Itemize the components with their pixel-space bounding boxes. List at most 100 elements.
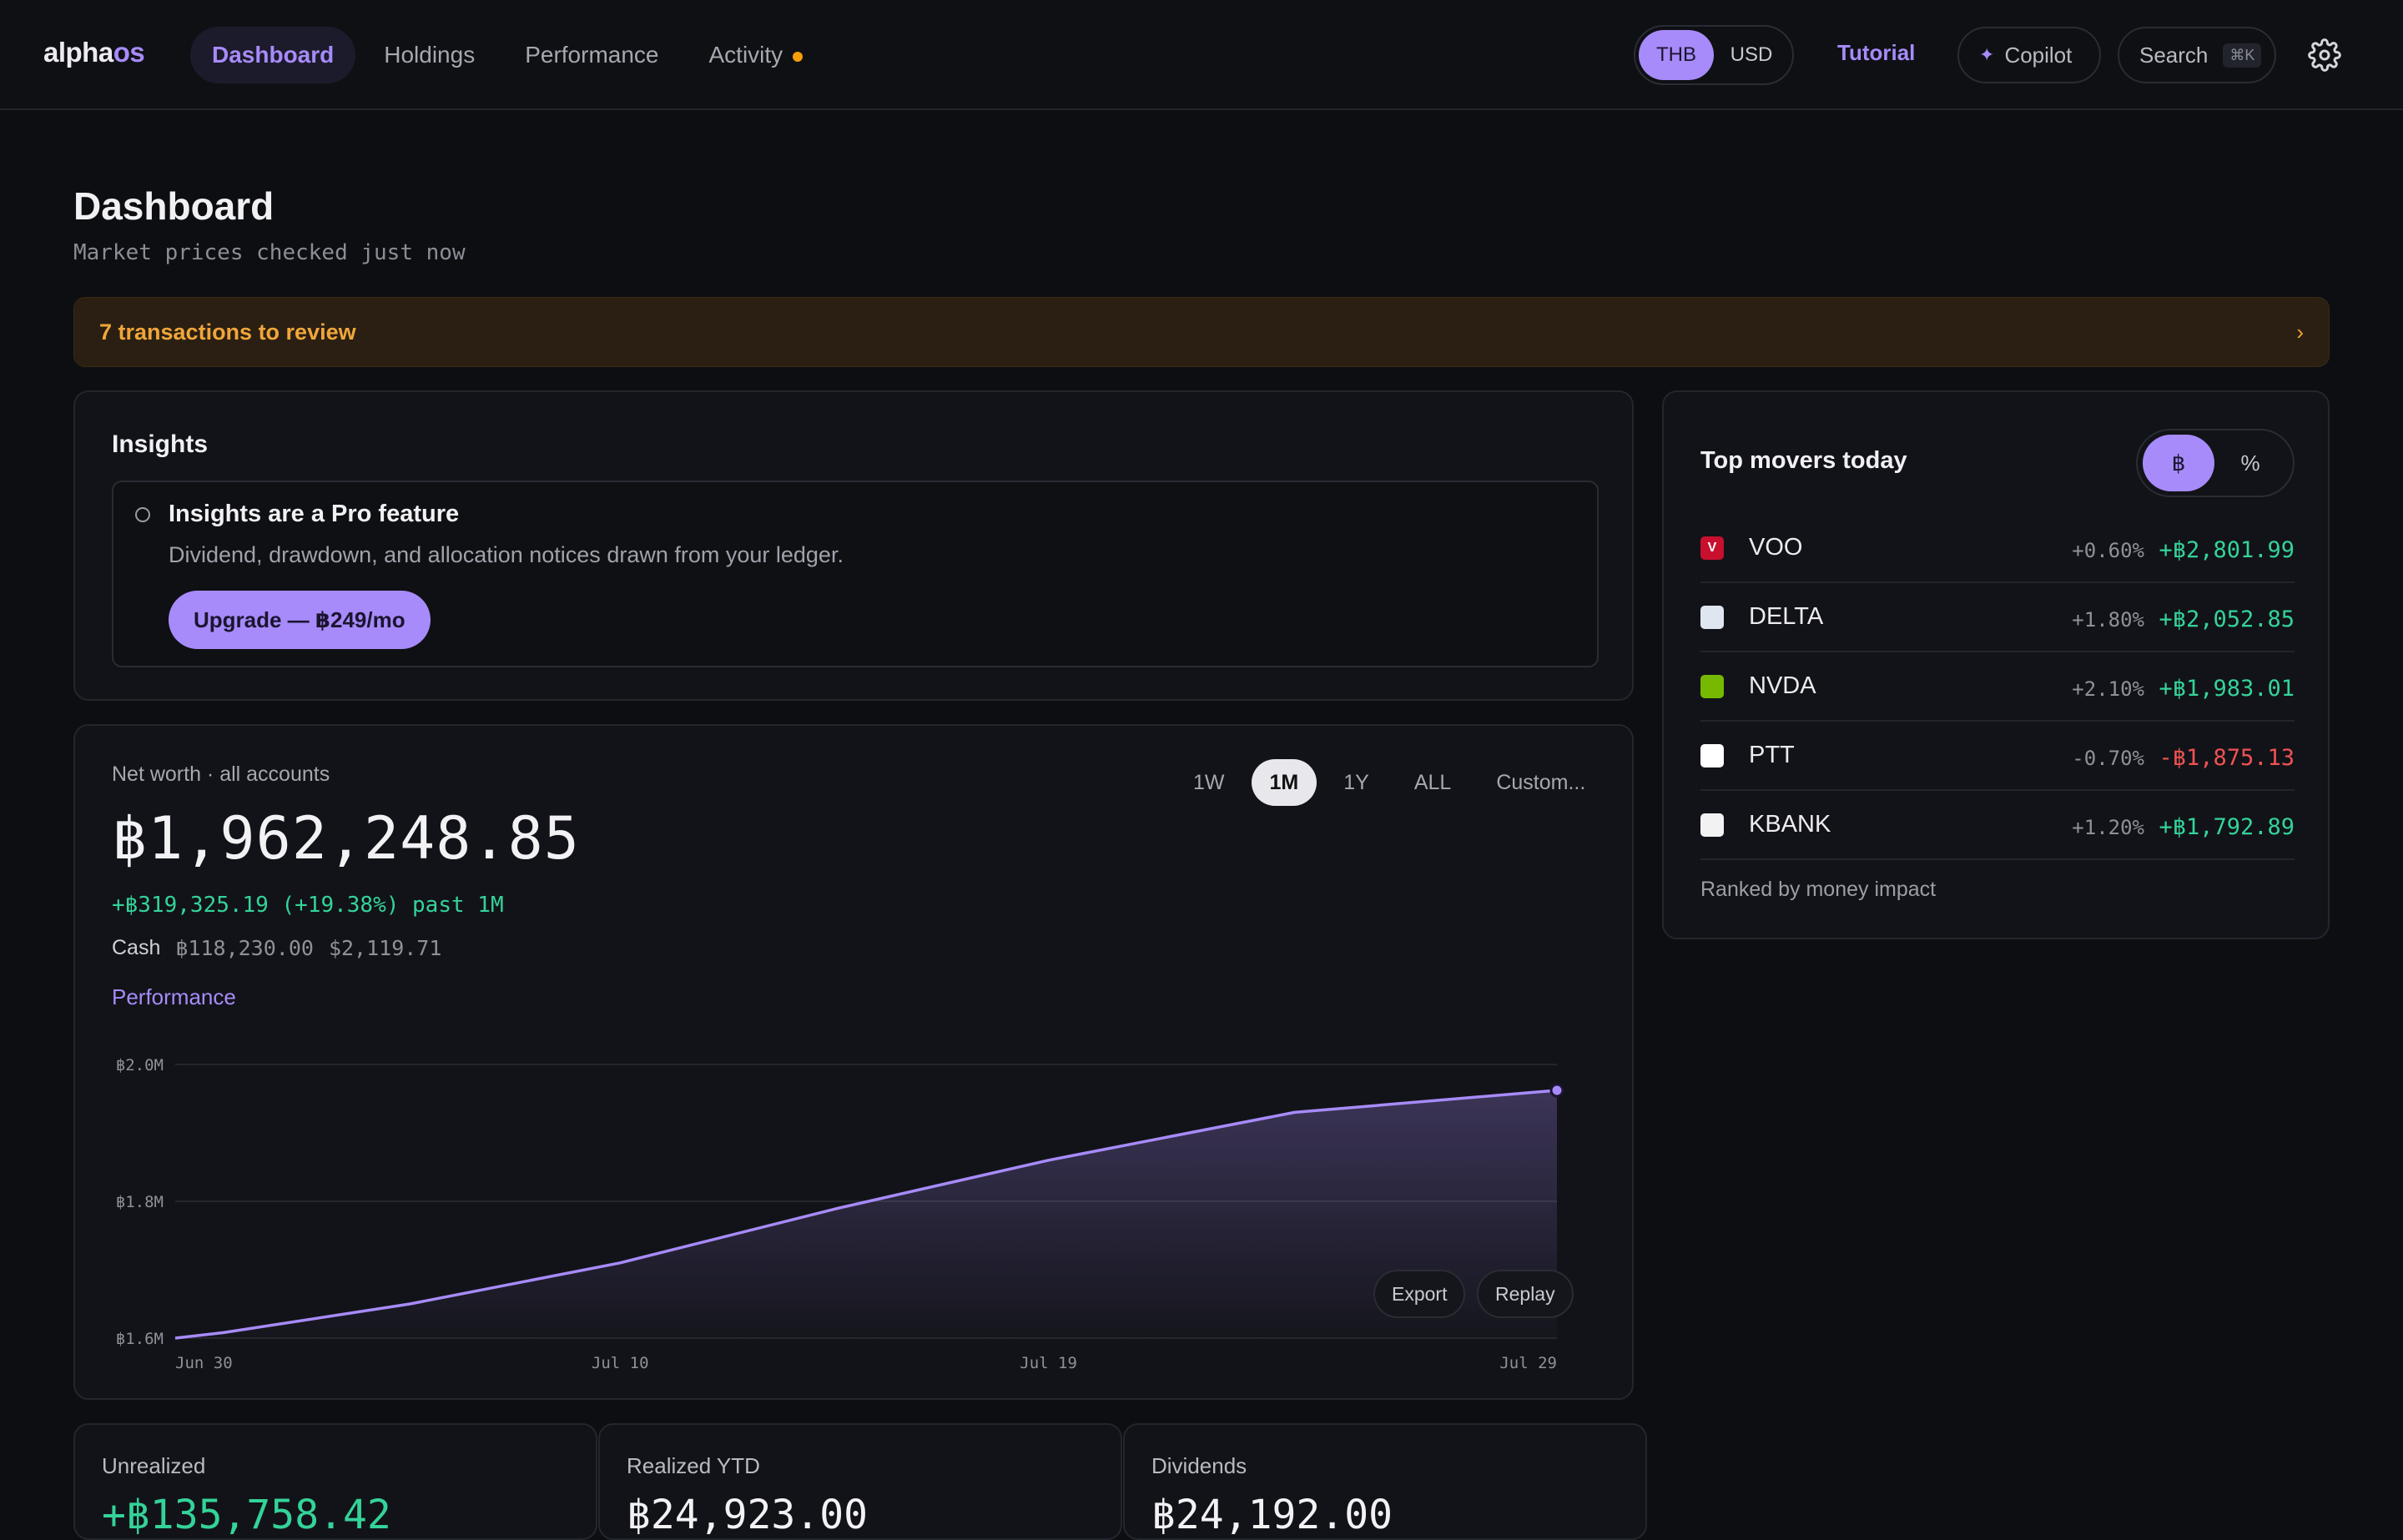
mover-percent: +1.20% bbox=[2072, 816, 2144, 839]
insights-title: Insights bbox=[112, 430, 209, 458]
copilot-label: Copilot bbox=[2004, 42, 2073, 68]
activity-notification-dot bbox=[793, 52, 804, 62]
chevron-right-icon: › bbox=[2296, 319, 2304, 345]
nav-dashboard[interactable]: Dashboard bbox=[190, 27, 356, 83]
mover-percent: +2.10% bbox=[2072, 677, 2144, 701]
ticker-logo-icon bbox=[1700, 674, 1724, 698]
mover-amount: +฿2,052.85 bbox=[2159, 606, 2295, 632]
nav-performance[interactable]: Performance bbox=[503, 27, 680, 83]
currency-usd[interactable]: USD bbox=[1714, 30, 1789, 80]
networth-label: Net worth · all accounts bbox=[112, 762, 330, 786]
copilot-button[interactable]: ✦ Copilot bbox=[1957, 27, 2101, 83]
cash-balances: Cash ฿118,230.00 $2,119.71 bbox=[112, 936, 441, 960]
pro-feature-box: Insights are a Pro feature Dividend, dra… bbox=[112, 481, 1599, 667]
movers-unit-baht[interactable]: ฿ bbox=[2143, 435, 2214, 491]
y-tick-label: ฿1.8M bbox=[116, 1193, 164, 1211]
mover-row-kbank[interactable]: KBANK +1.20% +฿1,792.89 bbox=[1700, 791, 2295, 860]
movers-list: V VOO +0.60% +฿2,801.99 DELTA +1.80% +฿2,052.8… bbox=[1700, 514, 2295, 860]
currency-thb[interactable]: THB bbox=[1639, 30, 1714, 80]
stat-realized-ytd[interactable]: Realized YTD ฿24,923.00 bbox=[598, 1423, 1122, 1540]
mover-ticker: VOO bbox=[1749, 534, 1803, 561]
mover-percent: +0.60% bbox=[2072, 539, 2144, 562]
mover-amount: +฿2,801.99 bbox=[2159, 537, 2295, 563]
networth-value: ฿1,962,248.85 bbox=[112, 804, 580, 873]
brand-part-2: os bbox=[113, 37, 145, 68]
nav-dashboard-label: Dashboard bbox=[212, 42, 335, 68]
page-title: Dashboard bbox=[73, 184, 275, 228]
mover-amount: +฿1,792.89 bbox=[2159, 814, 2295, 840]
settings-gear-icon[interactable] bbox=[2308, 38, 2341, 72]
y-tick-label: ฿2.0M bbox=[116, 1056, 164, 1074]
nav-activity[interactable]: Activity bbox=[688, 27, 825, 83]
movers-footer: Ranked by money impact bbox=[1700, 878, 1937, 901]
range-all[interactable]: ALL bbox=[1396, 759, 1469, 806]
mover-percent: -0.70% bbox=[2072, 747, 2144, 770]
chart-area-fill bbox=[175, 1090, 1557, 1338]
y-tick-label: ฿1.6M bbox=[116, 1330, 164, 1348]
stat-dividends-value: ฿24,192.00 bbox=[1151, 1492, 1393, 1538]
movers-unit-percent[interactable]: % bbox=[2214, 435, 2286, 491]
networth-chart: ฿2.0M ฿1.8M ฿1.6M Jun 30 Jul 10 Jul 19 Jul 29 bbox=[116, 1056, 1564, 1372]
nav-activity-label: Activity bbox=[708, 42, 783, 68]
ticker-logo-icon: V bbox=[1700, 536, 1724, 560]
cash-usd: $2,119.71 bbox=[328, 936, 442, 960]
mover-ticker: DELTA bbox=[1749, 603, 1824, 630]
pro-feature-description: Dividend, drawdown, and allocation notic… bbox=[169, 542, 844, 567]
stat-dividends-label: Dividends bbox=[1151, 1453, 1247, 1478]
nav-holdings-label: Holdings bbox=[384, 42, 476, 68]
ticker-logo-icon bbox=[1700, 605, 1724, 629]
nav-holdings[interactable]: Holdings bbox=[362, 27, 496, 83]
search-label: Search bbox=[2139, 42, 2209, 68]
networth-change: +฿319,325.19 (+19.38%) past 1M bbox=[112, 893, 504, 918]
top-movers-card: Top movers today ฿ % V VOO +0.60% +฿2,801.9… bbox=[1662, 390, 2330, 939]
x-tick-label: Jul 29 bbox=[1499, 1354, 1557, 1372]
export-button[interactable]: Export bbox=[1373, 1270, 1466, 1318]
mover-amount: -฿1,875.13 bbox=[2159, 745, 2295, 771]
stat-unrealized[interactable]: Unrealized +฿135,758.42 bbox=[73, 1423, 597, 1540]
top-movers-title: Top movers today bbox=[1700, 447, 1907, 474]
ticker-logo-icon bbox=[1700, 813, 1724, 837]
mover-row-delta[interactable]: DELTA +1.80% +฿2,052.85 bbox=[1700, 583, 2295, 652]
insights-card: Insights Insights are a Pro feature Divi… bbox=[73, 390, 1634, 701]
top-navbar: alphaos Dashboard Holdings Performance A… bbox=[0, 0, 2403, 110]
brand-part-1: alpha bbox=[43, 37, 113, 68]
stat-realized-ytd-label: Realized YTD bbox=[627, 1453, 760, 1478]
mover-row-voo[interactable]: V VOO +0.60% +฿2,801.99 bbox=[1700, 514, 2295, 583]
mover-ticker: KBANK bbox=[1749, 811, 1831, 838]
range-1w[interactable]: 1W bbox=[1175, 759, 1243, 806]
search-shortcut: ⌘K bbox=[2223, 43, 2262, 68]
range-1y[interactable]: 1Y bbox=[1325, 759, 1388, 806]
stat-dividends[interactable]: Dividends ฿24,192.00 bbox=[1123, 1423, 1647, 1540]
range-custom[interactable]: Custom... bbox=[1478, 759, 1604, 806]
mover-ticker: PTT bbox=[1749, 742, 1795, 768]
pro-feature-title: Insights are a Pro feature bbox=[169, 501, 460, 527]
cash-thb: ฿118,230.00 bbox=[175, 936, 314, 960]
review-alert-text: 7 transactions to review bbox=[99, 319, 356, 345]
page-subtitle: Market prices checked just now bbox=[73, 240, 466, 265]
mover-percent: +1.80% bbox=[2072, 608, 2144, 632]
range-selector: 1W 1M 1Y ALL Custom... bbox=[1175, 759, 1604, 806]
performance-link[interactable]: Performance bbox=[112, 984, 236, 1010]
brand-logo[interactable]: alphaos bbox=[43, 37, 145, 68]
search-button[interactable]: Search ⌘K bbox=[2118, 27, 2276, 83]
stat-unrealized-value: +฿135,758.42 bbox=[102, 1492, 391, 1538]
stat-realized-ytd-value: ฿24,923.00 bbox=[627, 1492, 868, 1538]
x-tick-label: Jun 30 bbox=[175, 1354, 233, 1372]
x-tick-label: Jul 10 bbox=[592, 1354, 649, 1372]
chart-data-point bbox=[1549, 1083, 1564, 1098]
mover-row-nvda[interactable]: NVDA +2.10% +฿1,983.01 bbox=[1700, 652, 2295, 722]
mover-row-ptt[interactable]: PTT -0.70% -฿1,875.13 bbox=[1700, 722, 2295, 791]
stat-unrealized-label: Unrealized bbox=[102, 1453, 206, 1478]
ticker-logo-icon bbox=[1700, 743, 1724, 767]
replay-button[interactable]: Replay bbox=[1477, 1270, 1574, 1318]
nav-performance-label: Performance bbox=[525, 42, 659, 68]
cash-label: Cash bbox=[112, 936, 161, 959]
movers-unit-toggle: ฿ % bbox=[2136, 429, 2295, 497]
review-alert-banner[interactable]: 7 transactions to review › bbox=[73, 297, 2330, 367]
currency-toggle: THB USD bbox=[1634, 25, 1794, 85]
upgrade-button[interactable]: Upgrade — ฿249/mo bbox=[169, 591, 431, 649]
mover-amount: +฿1,983.01 bbox=[2159, 676, 2295, 702]
tutorial-link[interactable]: Tutorial bbox=[1837, 40, 1915, 66]
range-1m[interactable]: 1M bbox=[1251, 759, 1317, 806]
x-tick-label: Jul 19 bbox=[1020, 1354, 1077, 1372]
